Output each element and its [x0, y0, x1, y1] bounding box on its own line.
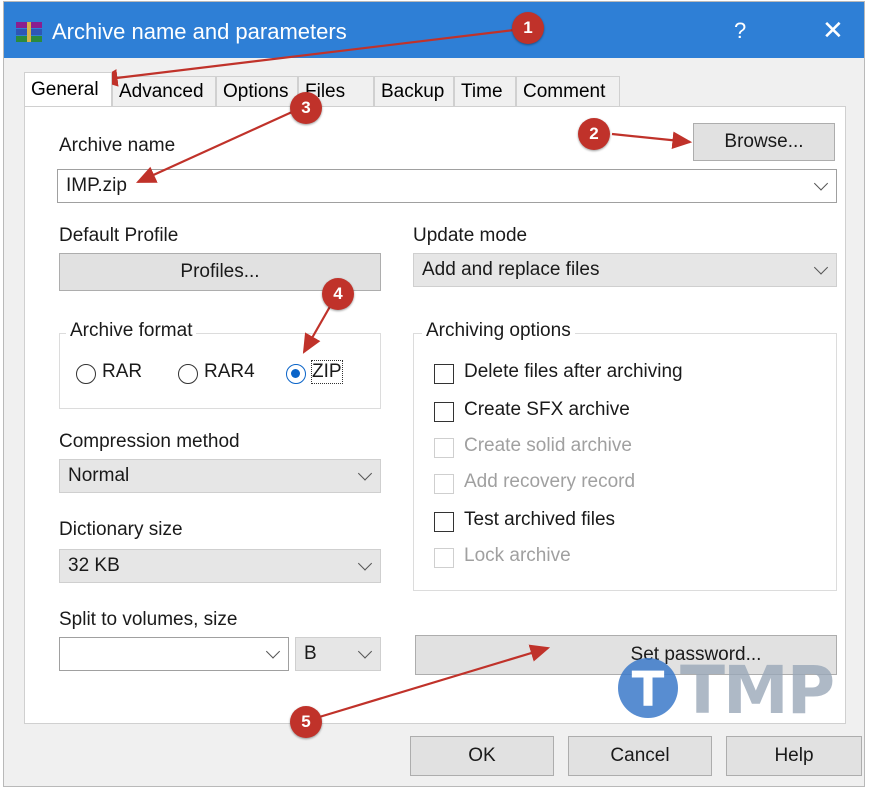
arrow-to-general-tab — [97, 28, 515, 87]
annotation-marker-4: 4 — [322, 278, 354, 310]
annotation-marker-5: 5 — [290, 706, 322, 738]
tab-general[interactable]: General — [24, 72, 112, 106]
annotation-marker-2: 2 — [578, 118, 610, 150]
annotation-marker-3: 3 — [290, 92, 322, 124]
arrow-to-browse — [611, 131, 693, 149]
annotation-marker-1: 1 — [512, 12, 544, 44]
arrow-to-archive-name — [135, 110, 293, 184]
annotation-arrows — [97, 28, 693, 720]
arrow-to-set-password — [315, 644, 551, 720]
